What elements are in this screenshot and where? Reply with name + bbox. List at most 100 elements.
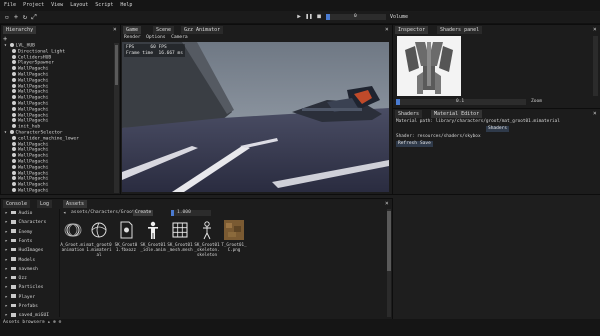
asset-item[interactable]: A_Groot.mianimation [60, 219, 86, 252]
stats-overlay: FPS 60 FPS Frame time 16.667 ms [124, 44, 185, 57]
folder-item[interactable]: ▸ Models [5, 256, 35, 266]
hierarchy-item-label: WallPagachi [18, 188, 49, 194]
tab-log-label: Log [40, 201, 50, 207]
folder-item[interactable]: ▸ HudImages [5, 246, 43, 256]
entity-icon [12, 176, 16, 181]
expand-icon[interactable]: ⤢ [30, 13, 38, 21]
frame-slider-handle[interactable] [326, 14, 330, 20]
asset-item[interactable]: mat_groot01.mimaterial [86, 219, 112, 257]
tab-shaders-panel[interactable]: Shaders panel [437, 26, 483, 34]
back-arrow-icon[interactable]: ◂ [63, 210, 66, 216]
folder-icon [10, 247, 16, 252]
refresh-button[interactable]: Refresh [396, 141, 419, 147]
tab-console-label: Console [6, 201, 28, 207]
folder-label: Models [18, 257, 36, 263]
status-icons: ⊙ ▴ ⊕ ⊙ [42, 320, 62, 325]
tab-log[interactable]: Log [37, 200, 53, 208]
tab-inspector[interactable]: Inspector [395, 26, 429, 34]
frame-value: 0 [354, 14, 357, 19]
folder-icon [10, 294, 16, 298]
shaders-button-label: Shaders [488, 126, 507, 131]
menu-layout[interactable]: Layout [70, 0, 88, 11]
asset-name: SK_Groot01.fbxozz [114, 242, 138, 252]
asset-item[interactable]: SK_Groot01_mesh.mesh [167, 219, 193, 252]
entity-icon [12, 77, 16, 82]
menu-file[interactable]: File [4, 0, 16, 11]
entity-icon [12, 66, 16, 71]
play-icon[interactable]: ▶ [295, 13, 303, 21]
hierarchy-item-label: WallPagachi [18, 165, 49, 171]
character-icon [142, 219, 164, 241]
hierarchy-panel: Hierarchy × + ▾ LVL_HUB Directional Light… [0, 24, 121, 195]
pause-icon[interactable]: ❚❚ [305, 13, 313, 21]
expand-arrow-icon[interactable]: ▾ [4, 131, 10, 136]
folder-item[interactable]: ▸ Audio [5, 209, 32, 219]
folder-item[interactable]: ▸ Player [5, 293, 35, 303]
frame-slider[interactable]: 0 [326, 14, 386, 20]
zoom-slider[interactable]: 0.1 [396, 99, 526, 105]
tab-scene[interactable]: Scene [153, 26, 175, 34]
tab-shaders[interactable]: Shaders [395, 110, 423, 118]
folder-item[interactable]: ▸ Characters [5, 218, 46, 228]
assets-scrollbar[interactable] [387, 209, 391, 317]
close-icon[interactable]: × [113, 26, 117, 34]
volume-bar: Volume [390, 12, 600, 22]
hierarchy-item-label: WallPagachi [18, 101, 49, 107]
tab-material-editor[interactable]: Material Editor [431, 110, 483, 118]
expand-arrow-icon[interactable]: ▾ [4, 44, 10, 49]
menu-script[interactable]: Script [95, 0, 113, 11]
hierarchy-item-label: WallPagachi [18, 72, 49, 78]
zoom-slider-handle[interactable] [396, 99, 400, 105]
viewport-menu-camera[interactable]: Camera [171, 35, 188, 40]
asset-item[interactable]: SK_Groot01_idle.anim [140, 219, 166, 252]
add-entity-icon[interactable]: + [3, 36, 9, 43]
folder-item[interactable]: ▸ Ozz [5, 274, 27, 284]
refresh-icon[interactable]: ↻ [21, 13, 29, 21]
stop-icon[interactable]: ■ [315, 13, 323, 21]
folder-item[interactable]: ▸ navmesh [5, 265, 38, 275]
menu-project[interactable]: Project [23, 0, 44, 11]
viewport-menu-options[interactable]: Options [146, 35, 165, 40]
game-viewport[interactable]: FPS 60 FPS Frame time 16.667 ms [122, 42, 389, 192]
asset-item[interactable]: SK_Groot01.fbxozz [113, 219, 139, 252]
tab-console[interactable]: Console [3, 200, 31, 208]
tab-animator-label: Gzz Animator [184, 27, 221, 33]
asset-zoom-field[interactable]: 1.000 [171, 210, 211, 216]
close-icon[interactable]: × [593, 26, 597, 34]
folder-item[interactable]: ▸ Fonts [5, 237, 32, 247]
menu-view[interactable]: View [51, 0, 63, 11]
new-file-icon[interactable]: ▫ [3, 13, 11, 21]
shaders-button[interactable]: Shaders [486, 126, 509, 132]
asset-zoom-handle[interactable] [171, 210, 174, 216]
add-icon[interactable]: + [12, 13, 20, 21]
assets-panel: Console Log Assets × ▸ Audio ▸ Characters… [0, 198, 393, 320]
tab-assets[interactable]: Assets [63, 200, 88, 208]
menu-help[interactable]: Help [120, 0, 132, 11]
hierarchy-scroll-thumb[interactable] [115, 45, 118, 85]
folder-label: Fonts [18, 238, 33, 244]
folder-item[interactable]: ▸ Enemy [5, 228, 32, 238]
entity-icon [12, 124, 16, 129]
hierarchy-scrollbar[interactable] [114, 43, 119, 193]
folder-icon [10, 285, 16, 289]
inspector-scrollbar[interactable] [593, 36, 598, 96]
tab-gzz-animator[interactable]: Gzz Animator [181, 26, 224, 34]
save-button[interactable]: Save [418, 141, 433, 147]
hierarchy-item[interactable]: WallPagachi [1, 188, 48, 193]
close-icon[interactable]: × [385, 200, 389, 208]
close-icon[interactable]: × [593, 110, 597, 118]
material-panel: Shaders Material Editor × Material path:… [392, 108, 600, 195]
material-icon [88, 219, 110, 241]
folder-item[interactable]: ▸ Particles [5, 283, 43, 293]
asset-item[interactable]: T_Groot01_C.png [221, 219, 247, 252]
create-button[interactable]: Create [133, 210, 154, 216]
viewport-menu-render[interactable]: Render [124, 35, 141, 40]
close-icon[interactable]: × [385, 26, 389, 34]
hierarchy-item-label: WallPagachi [18, 84, 49, 90]
asset-item[interactable]: SK_Groot01_skeleton.skeleton [194, 219, 220, 257]
assets-scroll-thumb[interactable] [387, 211, 391, 271]
tab-game[interactable]: Game [123, 26, 142, 34]
folder-item[interactable]: ▸ saved_miGUI [5, 311, 49, 317]
tab-hierarchy[interactable]: Hierarchy [3, 26, 37, 34]
folder-item[interactable]: ▸ Prefabs [5, 302, 38, 312]
